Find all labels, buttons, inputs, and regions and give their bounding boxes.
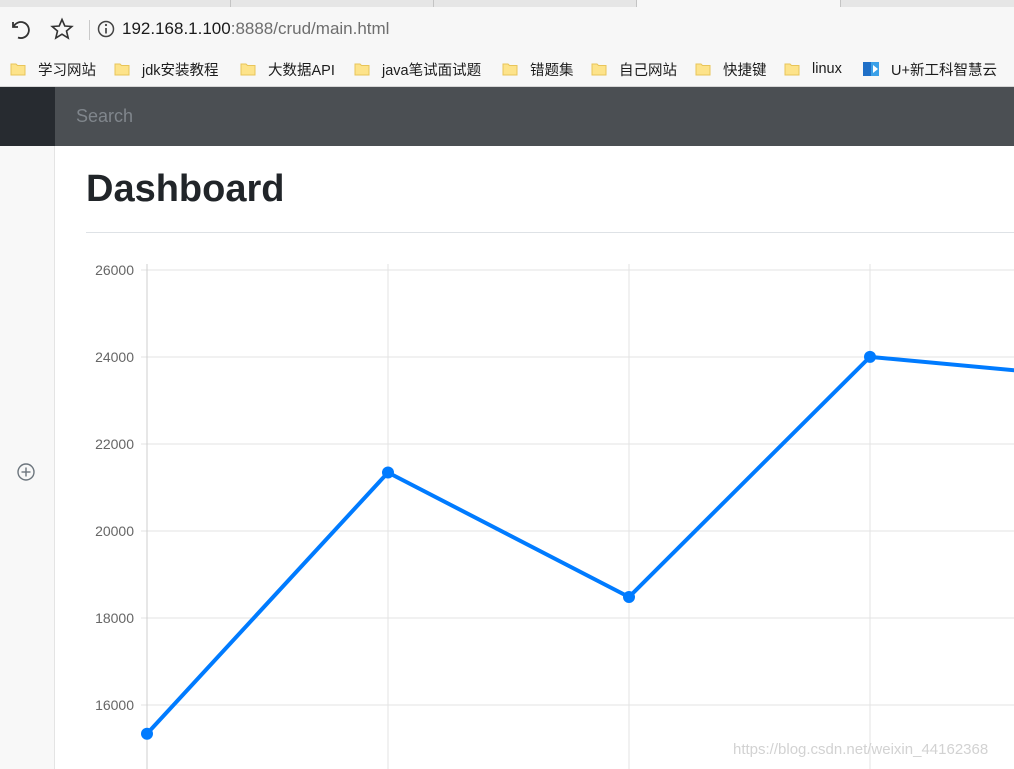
main-content: Dashboard 16000 18000 20000 22000 24000 26000: [55, 146, 1014, 769]
y-tick-label: 26000: [95, 262, 134, 278]
folder-icon: [354, 63, 370, 76]
y-tick-label: 18000: [95, 610, 134, 626]
data-point[interactable]: [382, 466, 394, 479]
browser-tab-active[interactable]: [637, 0, 841, 7]
bookmarks-bar: 学习网站 jdk安装教程 大数据API java笔试面试题 错题集 自己网站 快…: [0, 51, 1014, 87]
y-tick-label: 24000: [95, 349, 134, 365]
folder-icon: [695, 63, 711, 76]
brand[interactable]: [0, 87, 55, 146]
folder-icon: [10, 63, 26, 76]
address-toolbar: 192.168.1.100:8888/crud/main.html: [0, 7, 1014, 51]
toolbar-divider: [89, 20, 90, 40]
info-icon[interactable]: [96, 19, 116, 39]
address-bar[interactable]: 192.168.1.100:8888/crud/main.html: [122, 19, 389, 39]
bookmark-label: 学习网站: [38, 62, 96, 79]
line-chart: 16000 18000 20000 22000 24000 26000: [95, 262, 1014, 769]
folder-icon: [240, 63, 256, 76]
folder-icon: [114, 63, 130, 76]
y-tick-label: 16000: [95, 697, 134, 713]
data-point[interactable]: [141, 727, 153, 740]
undo-icon[interactable]: [8, 17, 32, 41]
bookmark-label: linux: [812, 61, 842, 77]
star-icon[interactable]: [50, 17, 74, 41]
bookmark-label: 快捷键: [723, 62, 767, 79]
plus-circle-icon[interactable]: [16, 462, 36, 482]
bookmark-label: jdk安装教程: [142, 62, 219, 79]
bookmark-label: 自己网站: [619, 62, 677, 79]
url-host: 192.168.1.100: [122, 19, 231, 38]
bookmark-label: U+新工科智慧云: [891, 62, 997, 79]
bookmark-label: 大数据API: [268, 62, 335, 79]
tab-strip: [0, 0, 1014, 7]
watermark: https://blog.csdn.net/weixin_44162368: [733, 741, 989, 758]
bookmark-item[interactable]: 快捷键: [695, 59, 767, 79]
bookmark-item[interactable]: linux: [784, 59, 842, 79]
data-point[interactable]: [864, 350, 876, 363]
bookmark-item[interactable]: 大数据API: [240, 59, 335, 79]
data-point[interactable]: [623, 590, 635, 603]
series-line: [145, 354, 1014, 736]
bookmark-label: 错题集: [530, 62, 574, 79]
folder-icon: [591, 63, 607, 76]
search-input[interactable]: [55, 87, 1014, 146]
folder-icon: [502, 63, 518, 76]
folder-icon: [784, 63, 800, 76]
bookmark-item[interactable]: 自己网站: [591, 59, 677, 79]
bookmark-item[interactable]: 学习网站: [10, 59, 96, 79]
site-logo-icon: [863, 62, 879, 76]
top-navbar: [0, 87, 1014, 146]
sidebar: [0, 146, 55, 769]
y-tick-label: 22000: [95, 436, 134, 452]
bookmark-item[interactable]: jdk安装教程: [114, 59, 219, 79]
browser-tab[interactable]: [231, 0, 434, 7]
url-path: :8888/crud/main.html: [230, 19, 390, 38]
bookmark-item[interactable]: U+新工科智慧云: [863, 59, 997, 79]
bookmark-label: java笔试面试题: [382, 62, 482, 79]
y-tick-label: 20000: [95, 523, 134, 539]
bookmark-item[interactable]: 错题集: [502, 59, 574, 79]
browser-tab[interactable]: [0, 0, 29, 7]
browser-tab[interactable]: [28, 0, 231, 7]
bookmark-item[interactable]: java笔试面试题: [354, 59, 481, 79]
browser-tab[interactable]: [434, 0, 637, 7]
browser-tab[interactable]: [841, 0, 1014, 7]
